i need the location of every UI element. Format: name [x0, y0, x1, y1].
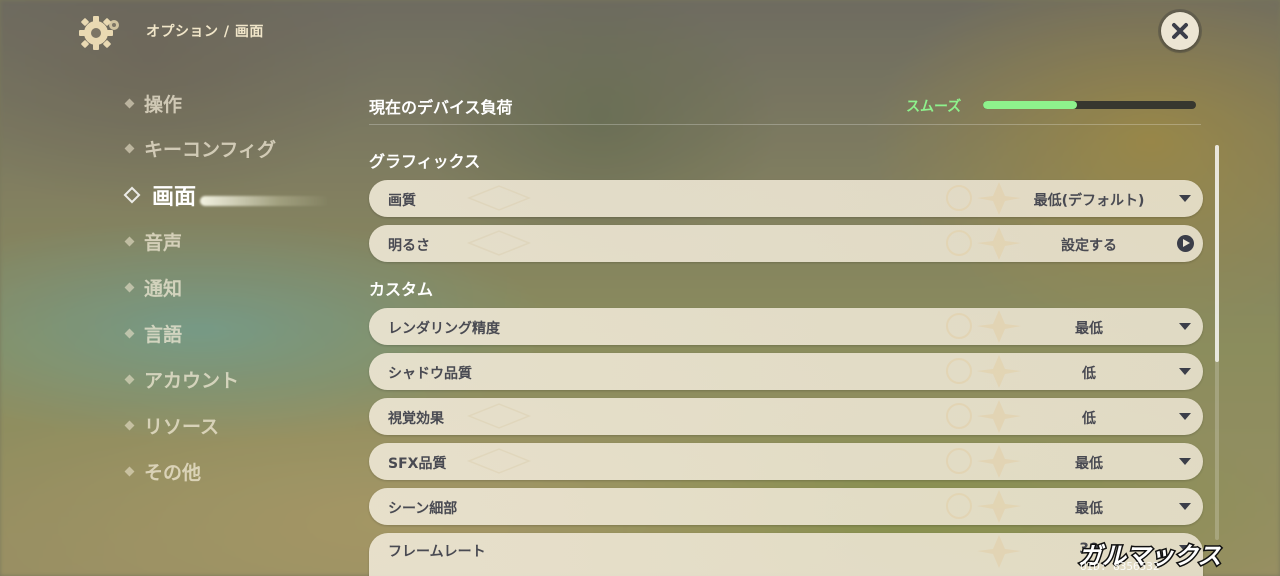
- setting-value: 最低: [1075, 501, 1103, 517]
- sidebar-item-notifications[interactable]: 通知: [124, 272, 183, 302]
- dropdown-arrow-icon: [1179, 413, 1191, 420]
- diamond-bullet-icon: [124, 328, 135, 338]
- sidebar-item-label: 通知: [144, 277, 183, 300]
- dropdown-arrow-icon: [1179, 368, 1191, 375]
- dropdown-arrow-icon: [1179, 323, 1191, 330]
- diamond-bullet-icon: [124, 236, 135, 246]
- scrollbar-thumb[interactable]: [1215, 145, 1219, 362]
- sidebar-item-language[interactable]: 言語: [124, 318, 183, 348]
- gear-icon: [79, 16, 119, 50]
- diamond-bullet-icon: [124, 466, 135, 476]
- setting-value: 最低: [1075, 456, 1103, 472]
- setting-value: 低: [1082, 366, 1096, 382]
- sidebar-item-label: 操作: [144, 93, 183, 116]
- sidebar-item-display[interactable]: 画面: [123, 180, 197, 210]
- setting-value: 設定する: [1061, 238, 1117, 254]
- breadcrumb-current: 画面: [234, 24, 264, 40]
- decor-pattern: [466, 185, 532, 211]
- diamond-bullet-icon: [124, 143, 135, 153]
- setting-label: シャドウ品質: [388, 366, 472, 382]
- sidebar-item-label: キーコンフィグ: [144, 138, 277, 161]
- breadcrumb-root: オプション: [146, 24, 219, 40]
- setting-value: 最低: [1075, 321, 1103, 337]
- setting-label: シーン細部: [388, 501, 458, 517]
- breadcrumb: オプション / 画面: [146, 21, 264, 41]
- sidebar-item-account[interactable]: アカウント: [124, 364, 240, 394]
- setting-shadow-quality[interactable]: シャドウ品質 低: [369, 353, 1203, 390]
- dropdown-arrow-icon: [1179, 503, 1191, 510]
- diamond-bullet-icon: [124, 374, 135, 384]
- device-load-label: 現在のデバイス負荷: [369, 98, 513, 117]
- sidebar-item-audio[interactable]: 音声: [124, 226, 183, 256]
- setting-graphics-quality[interactable]: 画質 最低(デフォルト): [369, 180, 1203, 217]
- diamond-bullet-icon: [124, 420, 135, 430]
- setting-brightness[interactable]: 明るさ 設定する: [369, 225, 1203, 262]
- device-load-status: スムーズ: [906, 99, 962, 115]
- sidebar-item-label: アカウント: [144, 369, 240, 392]
- sidebar-item-key-config[interactable]: キーコンフィグ: [124, 133, 277, 163]
- setting-sfx-quality[interactable]: SFX品質 最低: [369, 443, 1203, 480]
- section-title-custom: カスタム: [369, 280, 434, 299]
- sidebar-item-controls[interactable]: 操作: [124, 88, 183, 118]
- setting-label: 画質: [388, 193, 416, 209]
- diamond-bullet-icon: [124, 98, 135, 108]
- setting-value: 低: [1082, 411, 1096, 427]
- setting-label: フレームレート: [388, 544, 486, 560]
- setting-label: 明るさ: [388, 238, 430, 254]
- setting-label: レンダリング精度: [388, 321, 500, 337]
- sidebar-item-label: 言語: [144, 323, 183, 346]
- dropdown-arrow-icon: [1179, 195, 1191, 202]
- sidebar-item-other[interactable]: その他: [124, 456, 202, 486]
- setting-visual-effects[interactable]: 視覚効果 低: [369, 398, 1203, 435]
- diamond-bullet-icon: [123, 186, 141, 204]
- setting-label: SFX品質: [388, 456, 447, 472]
- sidebar-item-resources[interactable]: リソース: [124, 410, 220, 440]
- active-item-glow: [200, 196, 330, 206]
- close-icon: [1172, 23, 1188, 39]
- close-button[interactable]: [1161, 12, 1199, 50]
- play-arrow-icon: [1177, 235, 1194, 252]
- setting-render-resolution[interactable]: レンダリング精度 最低: [369, 308, 1203, 345]
- setting-value: 最低(デフォルト): [1033, 193, 1145, 209]
- decor-pattern: [466, 448, 532, 474]
- decor-pattern: [466, 403, 532, 429]
- device-load-bar: [983, 101, 1196, 109]
- device-load-fill: [983, 101, 1077, 109]
- setting-label: 視覚効果: [388, 411, 444, 427]
- uid-text: UID: 8356532: [1080, 560, 1160, 573]
- sidebar-item-label: 画面: [152, 185, 197, 210]
- sidebar-item-label: 音声: [144, 231, 183, 254]
- diamond-bullet-icon: [124, 282, 135, 292]
- dropdown-arrow-icon: [1179, 458, 1191, 465]
- section-title-graphics: グラフィックス: [369, 152, 481, 171]
- setting-scene-detail[interactable]: シーン細部 最低: [369, 488, 1203, 525]
- breadcrumb-separator: /: [223, 24, 230, 40]
- divider: [369, 124, 1201, 125]
- decor-pattern: [466, 230, 532, 256]
- sidebar-item-label: その他: [144, 461, 202, 484]
- sidebar-item-label: リソース: [144, 415, 220, 438]
